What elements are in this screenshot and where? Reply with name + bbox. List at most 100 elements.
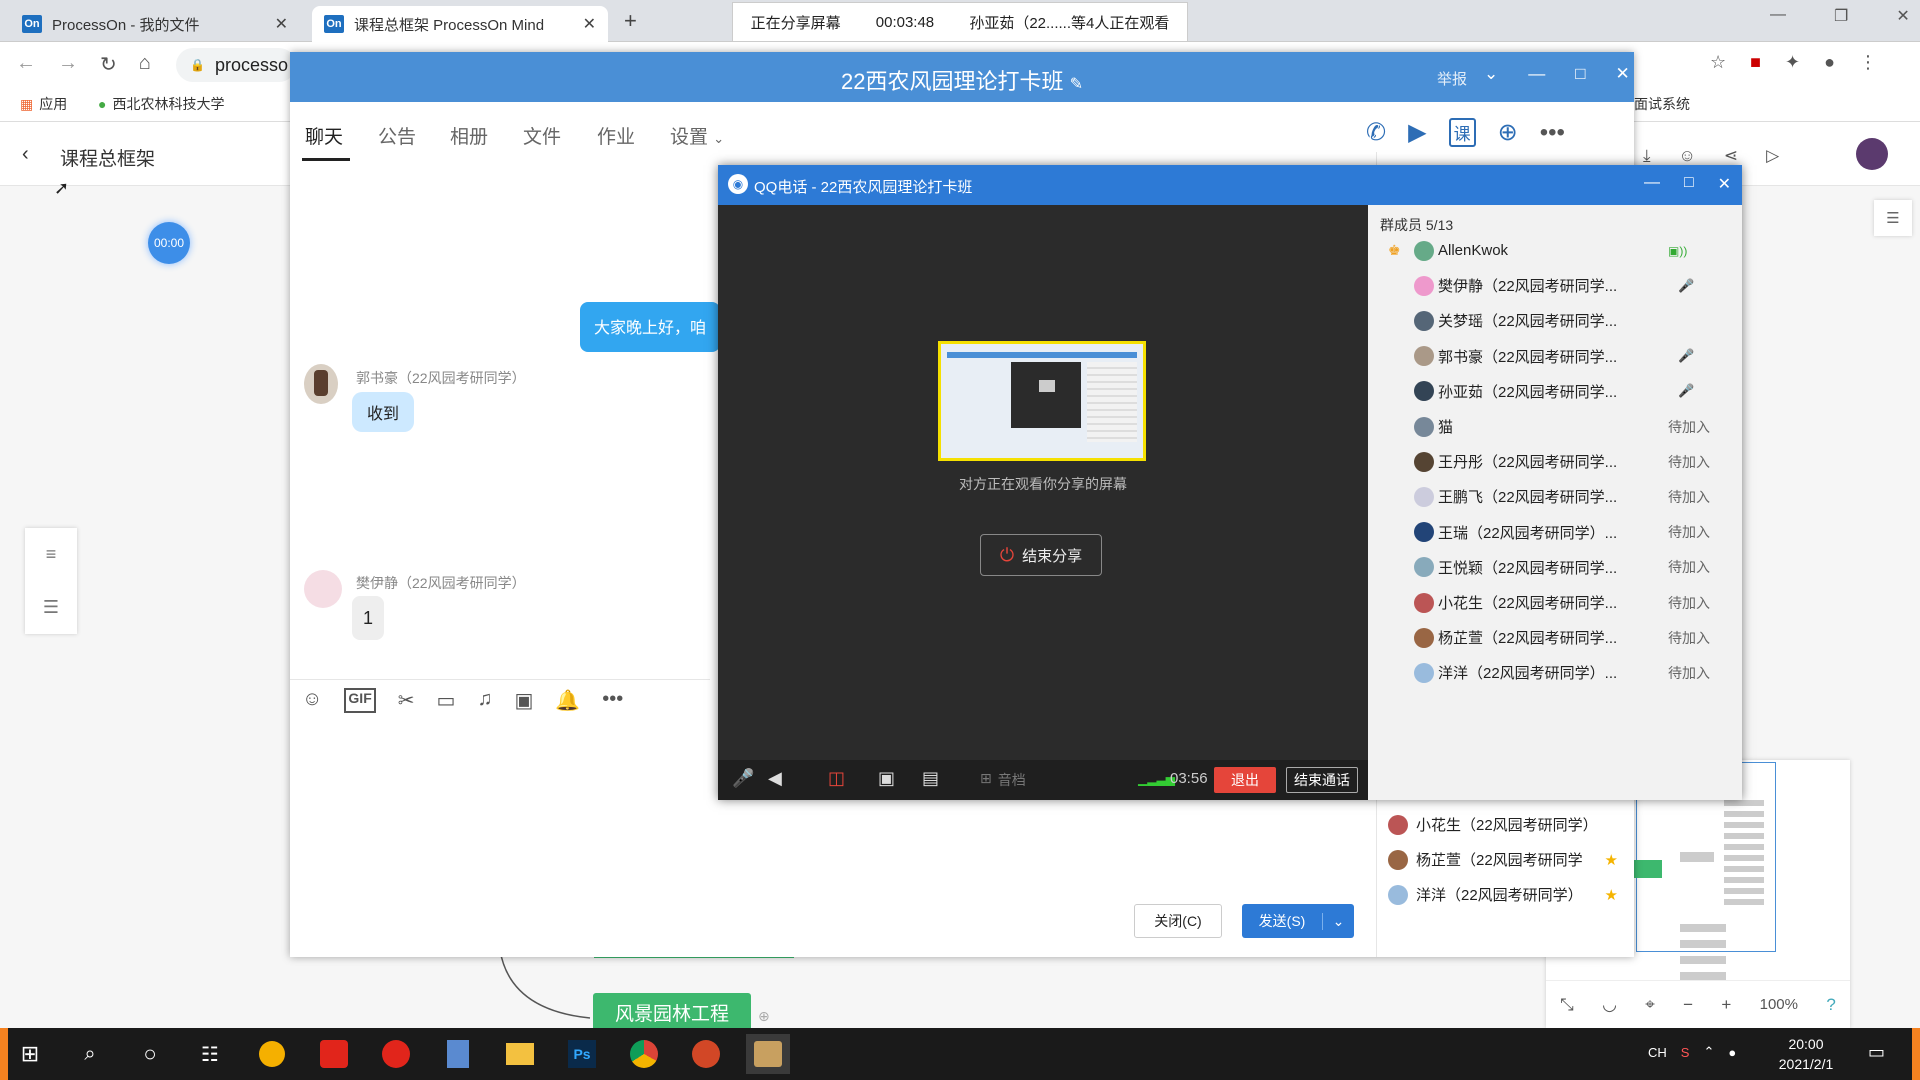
member-item[interactable]: 洋洋（22风园考研同学） ★: [1388, 877, 1618, 912]
call-member-row[interactable]: 郭书豪（22风园考研同学... 🎤: [1368, 339, 1742, 374]
call-member-row[interactable]: 王瑞（22风园考研同学）... 待加入: [1368, 515, 1742, 550]
call-member-row[interactable]: 小花生（22风园考研同学... 待加入: [1368, 585, 1742, 620]
end-share-button[interactable]: ⏻ 结束分享: [980, 534, 1102, 576]
recording-timer[interactable]: 00:00: [148, 222, 190, 264]
screen-share-icon[interactable]: ▣: [878, 768, 895, 789]
taskbar-app-explorer[interactable]: [498, 1034, 542, 1074]
play-icon[interactable]: ▷: [1766, 146, 1779, 166]
exit-button[interactable]: 退出: [1214, 767, 1276, 793]
taskbar-app-calculator[interactable]: [436, 1034, 480, 1074]
maximize-icon[interactable]: □: [1575, 64, 1585, 84]
call-member-row[interactable]: 杨芷萱（22风园考研同学... 待加入: [1368, 620, 1742, 655]
star-icon[interactable]: ☆: [1710, 52, 1726, 73]
browser-tab-processon-files[interactable]: On ProcessOn - 我的文件 ✕: [10, 6, 300, 42]
outline-icon[interactable]: ≡: [46, 544, 57, 565]
chevron-down-icon[interactable]: ⌄: [1484, 64, 1498, 84]
reload-icon[interactable]: ↻: [100, 52, 117, 77]
restore-icon[interactable]: ❐: [1834, 6, 1848, 26]
back-arrow-icon[interactable]: ‹: [22, 143, 29, 166]
mindmap-node[interactable]: 风景园林工程: [593, 993, 751, 1031]
end-call-button[interactable]: 结束通话: [1286, 767, 1358, 793]
scissors-icon[interactable]: ✂: [398, 688, 415, 713]
folder-icon[interactable]: ▭: [437, 688, 456, 713]
bookmark-interview-system[interactable]: 面试系统: [1634, 94, 1690, 114]
call-member-row[interactable]: 关梦瑶（22风园考研同学...: [1368, 303, 1742, 338]
music-icon[interactable]: ♫: [477, 688, 492, 713]
taskbar-app-qq[interactable]: [250, 1034, 294, 1074]
tab-homework[interactable]: 作业: [597, 122, 635, 149]
minimize-icon[interactable]: —: [1644, 174, 1660, 194]
phone-call-icon[interactable]: ✆: [1366, 118, 1386, 147]
input-language[interactable]: CH: [1648, 1045, 1667, 1060]
add-circle-icon[interactable]: ⊕: [1498, 118, 1518, 147]
qq-tray-icon[interactable]: ●: [1728, 1045, 1736, 1060]
bookmark-nwafu[interactable]: ● 西北农林科技大学: [98, 94, 224, 114]
call-member-row[interactable]: 王鹏飞（22风园考研同学... 待加入: [1368, 479, 1742, 514]
document-button[interactable]: ⊞ 音档: [980, 770, 1026, 790]
call-member-row[interactable]: AllenKwok ♚ ▣)): [1368, 233, 1742, 268]
minimize-icon[interactable]: —: [1770, 6, 1786, 26]
zoom-in-icon[interactable]: +: [1721, 995, 1731, 1015]
maximize-icon[interactable]: □: [1684, 174, 1694, 194]
windows-start-icon[interactable]: ⊞: [8, 1034, 52, 1074]
tab-announcement[interactable]: 公告: [378, 122, 416, 149]
hide-icon[interactable]: ◡: [1602, 995, 1617, 1015]
bell-icon[interactable]: 🔔: [555, 688, 580, 713]
video-call-icon[interactable]: ▶: [1408, 118, 1426, 147]
call-member-row[interactable]: 洋洋（22风园考研同学）... 待加入: [1368, 655, 1742, 690]
home-icon[interactable]: ⌂: [139, 52, 151, 77]
location-icon[interactable]: ⌖: [1645, 995, 1655, 1015]
avatar[interactable]: [1856, 138, 1888, 170]
call-member-row[interactable]: 孙亚茹（22风园考研同学... 🎤: [1368, 374, 1742, 409]
tab-chat[interactable]: 聊天: [305, 122, 343, 149]
more-icon[interactable]: •••: [1540, 119, 1565, 147]
back-icon[interactable]: ←: [16, 52, 36, 77]
forward-icon[interactable]: →: [58, 52, 78, 77]
course-button[interactable]: 课: [1448, 118, 1476, 147]
report-link[interactable]: 举报: [1437, 68, 1467, 89]
help-icon[interactable]: ?: [1826, 995, 1835, 1015]
menu-icon[interactable]: ⋮: [1859, 52, 1877, 73]
close-icon[interactable]: ✕: [1896, 6, 1909, 26]
add-node-icon[interactable]: ⊕: [758, 1008, 770, 1025]
taskbar-app-active[interactable]: [746, 1034, 790, 1074]
taskbar-app-photoshop[interactable]: Ps: [560, 1034, 604, 1074]
fit-screen-icon[interactable]: ⤡: [1560, 995, 1574, 1015]
call-member-row[interactable]: 樊伊静（22风园考研同学... 🎤: [1368, 268, 1742, 303]
speaker-icon[interactable]: ◀: [768, 768, 782, 789]
taskbar-app-youdao[interactable]: [312, 1034, 356, 1074]
search-icon[interactable]: ⌕: [68, 1034, 112, 1074]
send-button[interactable]: 发送(S) ⌄: [1242, 904, 1354, 938]
profile-icon[interactable]: ●: [1824, 52, 1835, 73]
chevron-down-icon[interactable]: ⌄: [1322, 912, 1354, 930]
minimize-icon[interactable]: —: [1528, 64, 1545, 84]
presentation-icon[interactable]: ▤: [922, 768, 939, 789]
puzzle-icon[interactable]: ✦: [1785, 52, 1800, 73]
gif-icon[interactable]: GIF: [344, 688, 376, 713]
zoom-out-icon[interactable]: −: [1683, 995, 1693, 1015]
member-item[interactable]: 杨芷萱（22风园考研同学 ★: [1388, 842, 1618, 877]
close-icon[interactable]: ✕: [1718, 174, 1731, 194]
address-bar[interactable]: 🔒 processo: [176, 48, 296, 82]
taskbar-app-chrome[interactable]: [622, 1034, 666, 1074]
list-icon[interactable]: ☰: [43, 597, 59, 618]
tab-settings[interactable]: 设置 ⌄: [670, 122, 724, 149]
clock[interactable]: 20:00 2021/2/1: [1768, 1034, 1844, 1074]
avatar[interactable]: [304, 570, 342, 608]
cortana-icon[interactable]: ○: [128, 1034, 172, 1074]
close-icon[interactable]: ✕: [583, 14, 596, 34]
close-icon[interactable]: ✕: [1616, 64, 1630, 84]
sogou-icon[interactable]: S: [1681, 1045, 1690, 1060]
image-icon[interactable]: ▣: [514, 688, 533, 713]
emoji-icon[interactable]: ☺: [302, 688, 322, 713]
close-icon[interactable]: ✕: [275, 14, 288, 34]
chevron-up-icon[interactable]: ⌃: [1703, 1044, 1714, 1060]
share-icon[interactable]: ⋖: [1724, 146, 1738, 166]
task-view-icon[interactable]: ☷: [188, 1034, 232, 1074]
member-item[interactable]: 小花生（22风园考研同学）: [1388, 807, 1618, 842]
download-icon[interactable]: ⤓: [1643, 146, 1651, 166]
call-member-row[interactable]: 王悦颖（22风园考研同学... 待加入: [1368, 550, 1742, 585]
edit-icon[interactable]: ✎: [1070, 76, 1083, 93]
browser-tab-course-framework[interactable]: On 课程总框架 ProcessOn Mind ✕: [312, 6, 608, 42]
settings-panel-icon[interactable]: ☰: [1874, 200, 1912, 236]
